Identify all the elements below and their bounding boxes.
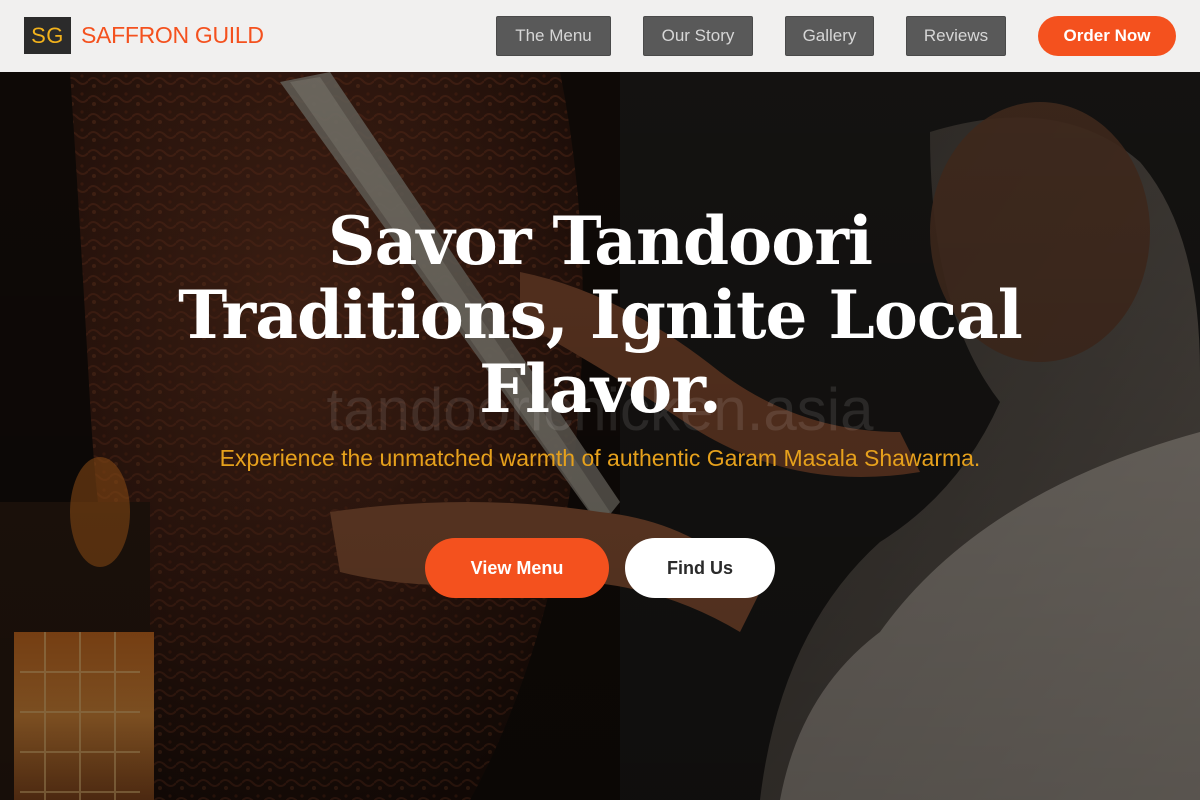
brand-name[interactable]: SAFFRON GUILD bbox=[81, 21, 264, 49]
hero-title: Savor Tandoori Traditions, Ignite Local … bbox=[178, 202, 1023, 428]
nav-link-the-menu[interactable]: The Menu bbox=[496, 16, 611, 56]
find-us-button[interactable]: Find Us bbox=[625, 538, 775, 598]
view-menu-button[interactable]: View Menu bbox=[425, 538, 609, 598]
top-navbar: SG SAFFRON GUILD The Menu Our Story Gall… bbox=[0, 0, 1200, 72]
hero-subtitle: Experience the unmatched warmth of authe… bbox=[219, 445, 981, 471]
logo-badge[interactable]: SG bbox=[24, 17, 71, 54]
hero-section: tandoorichicken.asia Savor Tandoori Trad… bbox=[0, 72, 1200, 800]
nav-link-our-story[interactable]: Our Story bbox=[643, 16, 753, 56]
order-now-button[interactable]: Order Now bbox=[1038, 16, 1176, 56]
nav-link-gallery[interactable]: Gallery bbox=[785, 16, 874, 56]
hero-background-image bbox=[0, 72, 1200, 800]
nav-link-reviews[interactable]: Reviews bbox=[906, 16, 1006, 56]
